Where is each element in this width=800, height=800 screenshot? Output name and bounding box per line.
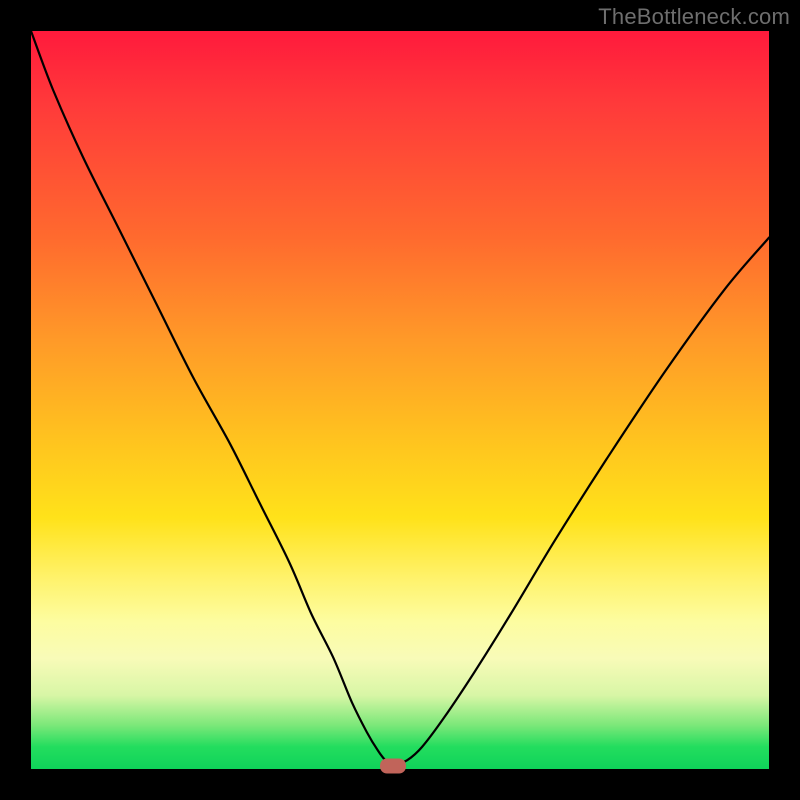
chart-frame: TheBottleneck.com <box>0 0 800 800</box>
plot-area <box>31 31 769 769</box>
optimal-point-marker <box>380 759 406 774</box>
watermark-text: TheBottleneck.com <box>598 4 790 30</box>
bottleneck-curve <box>31 31 769 769</box>
